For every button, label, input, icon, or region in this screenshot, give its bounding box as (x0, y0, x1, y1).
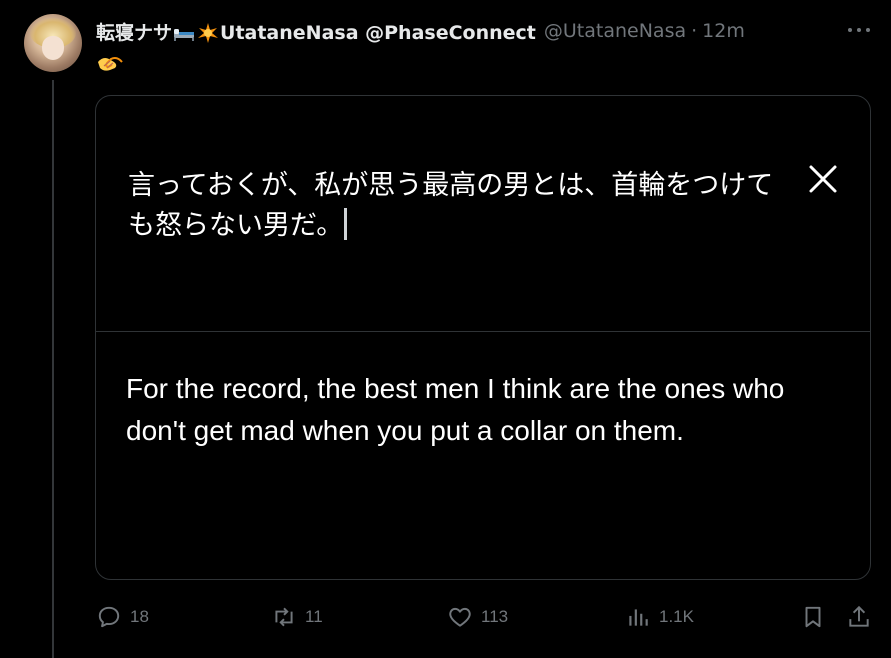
text-caret (344, 208, 348, 240)
close-icon[interactable] (806, 162, 840, 196)
star-emoji (198, 23, 219, 43)
views-button[interactable]: 1.1K (625, 600, 694, 634)
handshake-emoji (98, 57, 123, 71)
tweet-page: 転寝ナサ UtataneNasa @PhaseConnect @UtataneN… (0, 0, 891, 658)
japanese-text-content: 言っておくが、私が思う最高の男とは、首輪をつけても怒らない男だ。 (128, 170, 774, 241)
retweet-count: 11 (305, 607, 323, 626)
display-name-latin: UtataneNasa @PhaseConnect (220, 21, 536, 44)
like-count: 113 (481, 607, 509, 626)
display-name-jp: 転寝ナサ (96, 21, 173, 44)
user-handle[interactable]: @UtataneNasa (544, 20, 686, 42)
views-chart-icon (629, 609, 648, 626)
bookmark-button[interactable] (800, 600, 826, 634)
media-card[interactable]: 言っておくが、私が思う最高の男とは、首輪をつけても怒らない男だ。 For the… (95, 95, 871, 580)
thread-line (52, 80, 54, 658)
english-text: For the record, the best men I think are… (126, 373, 785, 446)
display-name[interactable]: 転寝ナサ UtataneNasa @PhaseConnect (96, 18, 536, 45)
avatar[interactable] (24, 14, 82, 72)
retweet-icon (275, 607, 293, 627)
heart-icon (449, 607, 471, 627)
timestamp[interactable]: 12m (702, 20, 745, 42)
retweet-button[interactable]: 11 (271, 600, 323, 634)
tweet-header: 転寝ナサ UtataneNasa @PhaseConnect @UtataneN… (96, 16, 876, 46)
reply-icon (98, 606, 120, 628)
more-options-icon[interactable] (846, 20, 872, 40)
card-divider (96, 331, 870, 332)
reply-button[interactable]: 18 (96, 600, 149, 634)
views-count: 1.1K (659, 607, 694, 626)
header-separator: · (691, 20, 698, 42)
share-icon (849, 605, 869, 627)
reply-count: 18 (130, 607, 149, 626)
share-button[interactable] (846, 600, 872, 634)
bookmark-icon (805, 606, 821, 628)
japanese-text: 言っておくが、私が思う最高の男とは、首輪をつけても怒らない男だ。 (128, 166, 778, 246)
avatar-face (42, 36, 64, 60)
like-button[interactable]: 113 (447, 600, 508, 634)
action-bar: 18 11 113 1.1K (0, 600, 891, 634)
bed-emoji (174, 29, 195, 41)
